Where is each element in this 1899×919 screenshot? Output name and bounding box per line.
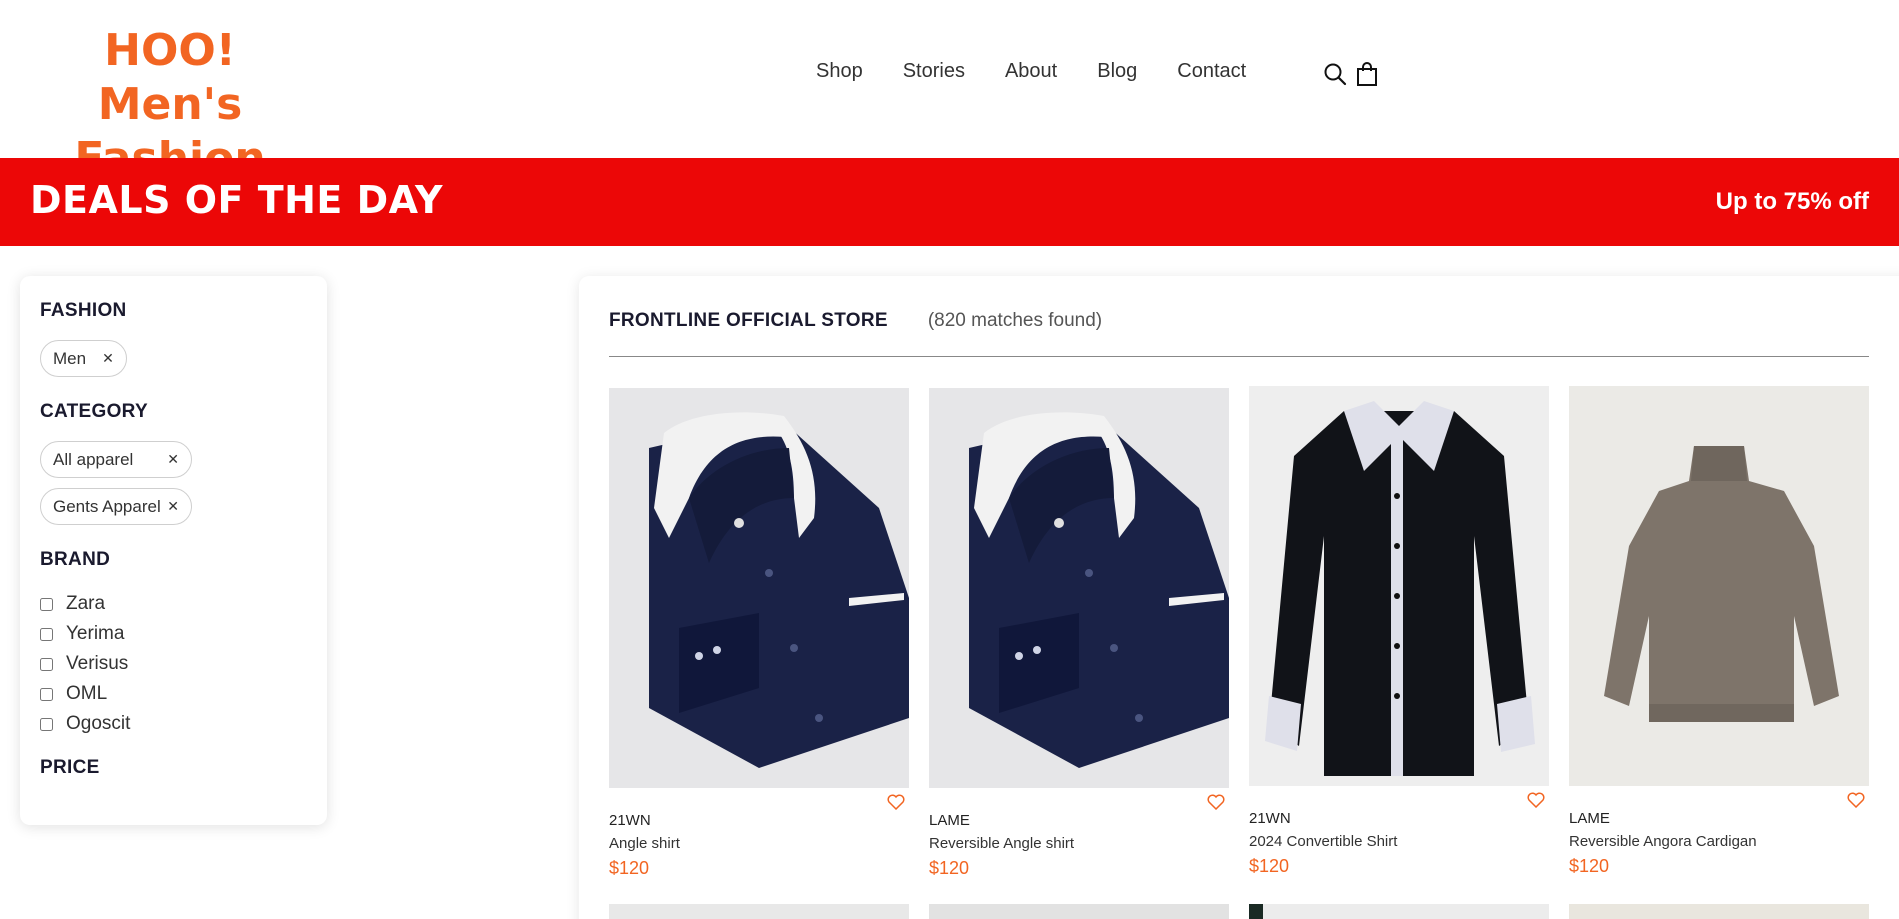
product-image-navy-shirt[interactable] [609, 388, 909, 788]
brand-label: Ogoscit [66, 713, 131, 734]
chip-label: All apparel [53, 449, 134, 469]
logo-line-1: HOO! [104, 25, 236, 76]
brand-checkbox[interactable] [40, 627, 53, 641]
filter-sidebar: FASHION Men ✕ CATEGORY All apparel ✕ Gen… [20, 276, 327, 825]
close-icon[interactable]: ✕ [167, 498, 179, 515]
filter-chip-men[interactable]: Men ✕ [40, 340, 127, 377]
heart-icon[interactable] [1207, 794, 1225, 810]
divider [609, 356, 1869, 357]
brand-list: Zara Yerima Verisus OML Ogoscit [40, 589, 307, 739]
brand-label: Zara [66, 593, 106, 614]
product-name[interactable]: 2024 Convertible Shirt [1249, 833, 1549, 850]
product-brand: 21WN [609, 812, 651, 829]
brand-checkbox[interactable] [40, 597, 53, 611]
product-price: $120 [1249, 856, 1290, 876]
product-price: $120 [609, 858, 650, 878]
close-icon[interactable]: ✕ [167, 451, 179, 468]
product-card[interactable]: 21WN Angle shirt $120 [609, 388, 909, 879]
fashion-heading: FASHION [40, 300, 127, 321]
heart-icon[interactable] [1527, 792, 1545, 808]
product-panel: FRONTLINE OFFICIAL STORE (820 matches fo… [579, 276, 1899, 919]
brand-checkbox[interactable] [40, 687, 53, 701]
store-name: FRONTLINE OFFICIAL STORE [609, 310, 888, 331]
product-image-partial[interactable] [1249, 904, 1549, 919]
brand-heading: BRAND [40, 549, 111, 570]
filter-chip-gents-apparel[interactable]: Gents Apparel ✕ [40, 488, 192, 525]
brand-label: OML [66, 683, 108, 704]
filter-chip-all-apparel[interactable]: All apparel ✕ [40, 441, 192, 478]
brand-option-ogoscit: Ogoscit [40, 709, 307, 739]
product-card[interactable]: LAME Reversible Angora Cardigan $120 [1569, 386, 1869, 877]
search-icon[interactable] [1322, 60, 1348, 88]
category-heading: CATEGORY [40, 401, 148, 422]
banner-offer: Up to 75% off [1715, 188, 1869, 215]
product-price: $120 [929, 858, 970, 878]
header-icons [1322, 60, 1380, 88]
product-image-partial[interactable] [609, 904, 909, 919]
site-header: HOO! Men's Fashion Shop Stories About Bl… [0, 0, 1899, 184]
nav-item-stories[interactable]: Stories [903, 60, 965, 83]
product-name[interactable]: Reversible Angora Cardigan [1569, 833, 1869, 850]
nav-item-blog[interactable]: Blog [1097, 60, 1137, 83]
heart-icon[interactable] [1847, 792, 1865, 808]
product-image-black-shirt[interactable] [1249, 386, 1549, 786]
product-price: $120 [1569, 856, 1610, 876]
brand-option-verisus: Verisus [40, 649, 307, 679]
product-brand: 21WN [1249, 810, 1291, 827]
brand-label: Yerima [66, 623, 125, 644]
brand-option-oml: OML [40, 679, 307, 709]
nav-item-about[interactable]: About [1005, 60, 1057, 83]
store-header: FRONTLINE OFFICIAL STORE (820 matches fo… [609, 310, 1102, 332]
product-card[interactable]: LAME Reversible Angle shirt $120 [929, 388, 1229, 879]
brand-checkbox[interactable] [40, 717, 53, 731]
brand-option-yerima: Yerima [40, 619, 307, 649]
product-name[interactable]: Reversible Angle shirt [929, 835, 1229, 852]
main-nav: Shop Stories About Blog Contact [816, 60, 1286, 83]
product-name[interactable]: Angle shirt [609, 835, 909, 852]
price-heading: PRICE [40, 757, 100, 778]
brand-option-zara: Zara [40, 589, 307, 619]
product-image-navy-shirt[interactable] [929, 388, 1229, 788]
deals-banner[interactable]: DEALS OF THE DAY Up to 75% off [0, 158, 1899, 246]
product-image-partial[interactable] [929, 904, 1229, 919]
close-icon[interactable]: ✕ [102, 350, 114, 367]
chip-label: Gents Apparel [53, 496, 161, 516]
match-count: (820 matches found) [927, 310, 1103, 331]
product-brand: LAME [929, 812, 970, 829]
shopping-bag-icon[interactable] [1354, 60, 1380, 88]
product-image-cardigan[interactable] [1569, 386, 1869, 786]
banner-title: DEALS OF THE DAY [30, 178, 443, 222]
product-card[interactable]: 21WN 2024 Convertible Shirt $120 [1249, 386, 1549, 877]
product-image-partial[interactable] [1569, 904, 1869, 919]
product-brand: LAME [1569, 810, 1610, 827]
brand-checkbox[interactable] [40, 657, 53, 671]
chip-label: Men [53, 348, 87, 368]
nav-item-contact[interactable]: Contact [1177, 60, 1246, 83]
brand-label: Verisus [66, 653, 129, 674]
nav-item-shop[interactable]: Shop [816, 60, 863, 83]
heart-icon[interactable] [887, 794, 905, 810]
